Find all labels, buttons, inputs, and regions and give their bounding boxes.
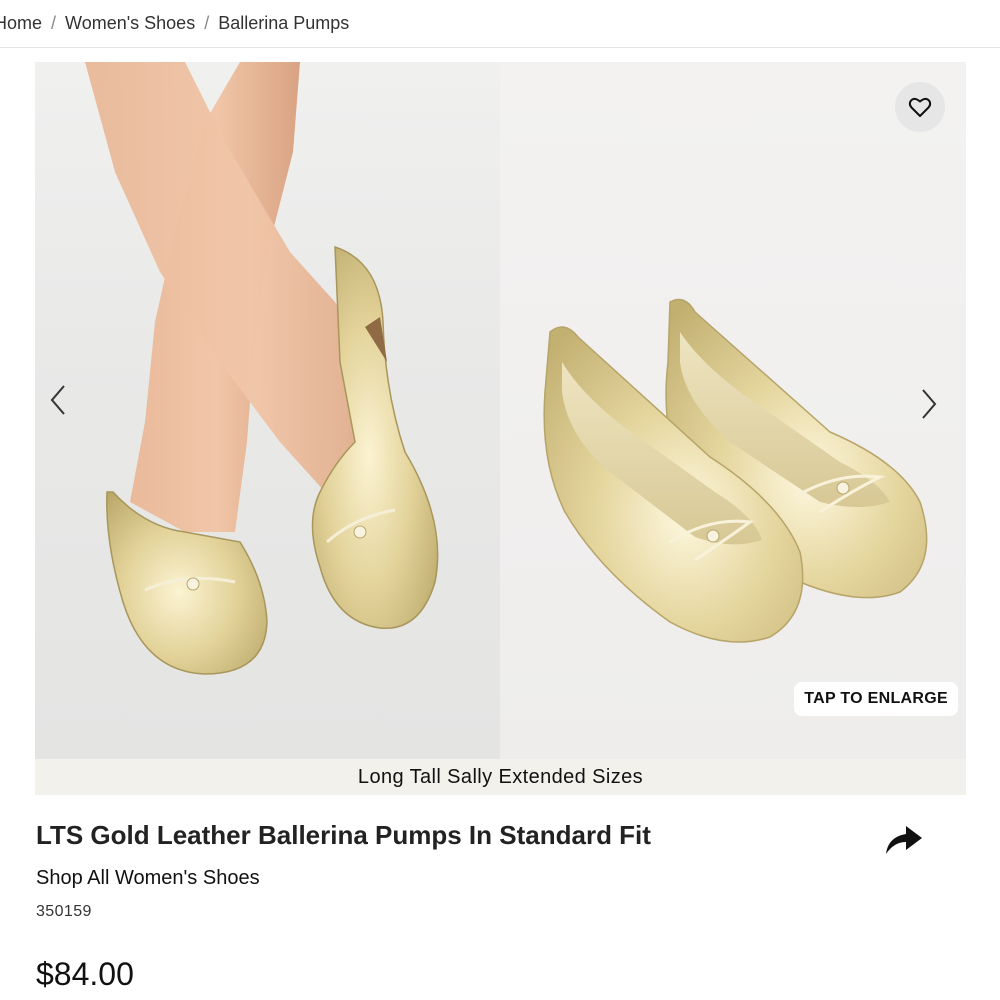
- breadcrumb: Home / Women's Shoes / Ballerina Pumps: [0, 0, 1000, 48]
- wishlist-button[interactable]: [895, 82, 945, 132]
- heart-icon: [908, 97, 932, 117]
- chevron-left-icon: [50, 385, 65, 415]
- previous-image-button[interactable]: [43, 380, 73, 420]
- breadcrumb-ballerina-pumps[interactable]: Ballerina Pumps: [218, 13, 349, 34]
- gold-pumps-pair-illustration: [543, 298, 928, 643]
- product-image-model[interactable]: [35, 62, 500, 759]
- extended-sizes-banner: Long Tall Sally Extended Sizes: [35, 759, 966, 795]
- breadcrumb-separator: /: [204, 13, 210, 33]
- product-price: $84.00: [36, 956, 134, 992]
- chevron-right-icon: [922, 389, 937, 419]
- breadcrumb-separator: /: [51, 13, 57, 33]
- product-sku: 350159: [36, 903, 92, 920]
- model-legs-illustration: [85, 62, 439, 675]
- shop-all-womens-shoes-link[interactable]: Shop All Women's Shoes: [36, 867, 260, 890]
- next-image-button[interactable]: [914, 384, 944, 424]
- product-image-pair[interactable]: TAP TO ENLARGE: [500, 62, 966, 759]
- breadcrumb-home[interactable]: Home: [0, 13, 42, 34]
- product-image-gallery[interactable]: TAP TO ENLARGE: [35, 62, 966, 759]
- product-title: LTS Gold Leather Ballerina Pumps In Stan…: [36, 820, 651, 850]
- breadcrumb-womens-shoes[interactable]: Women's Shoes: [65, 13, 195, 34]
- share-arrow-icon: [886, 826, 922, 854]
- share-button[interactable]: [884, 823, 924, 857]
- tap-to-enlarge-button[interactable]: TAP TO ENLARGE: [794, 682, 958, 716]
